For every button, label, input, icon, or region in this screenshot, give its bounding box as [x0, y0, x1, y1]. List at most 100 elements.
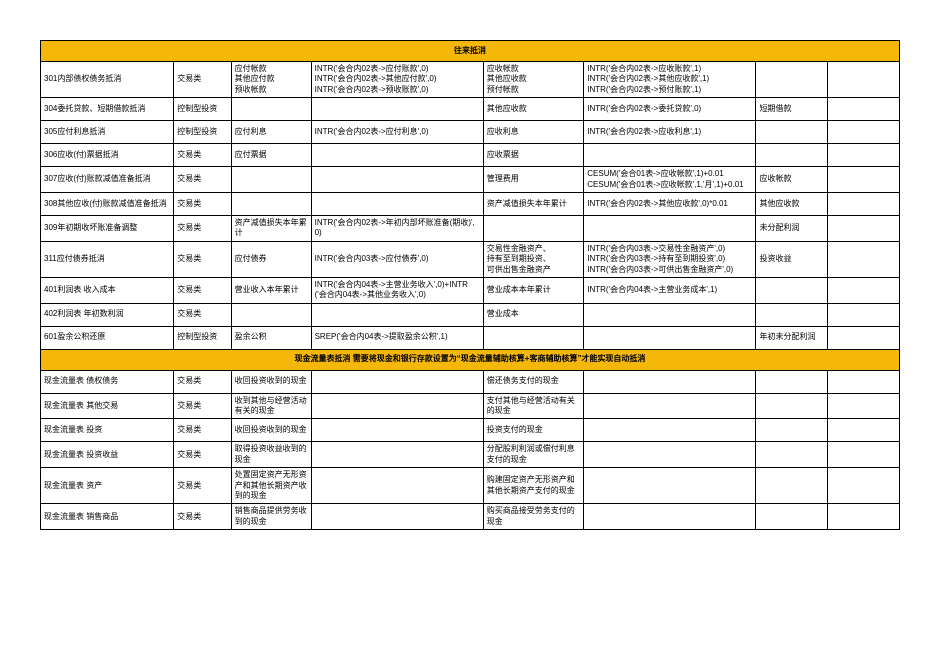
extra-subject-2: [828, 277, 900, 303]
table-row: 307应收(付)账款减值准备抵消交易类管理费用CESUM('会合01表->应收帐…: [41, 167, 900, 193]
extra-subject-2: [828, 419, 900, 442]
rule-type: 交易类: [174, 144, 231, 167]
table-row: 现金流量表 资产交易类处置固定资产无形资产和其他长期资产收到的现金购建固定资产无…: [41, 468, 900, 504]
extra-subject-1: [756, 419, 828, 442]
rule-type: 控制型投资: [174, 326, 231, 349]
rule-name: 306应收(付)票据抵消: [41, 144, 174, 167]
rule-type: 交易类: [174, 277, 231, 303]
extra-subject-1: [756, 303, 828, 326]
credit-formula: [584, 419, 756, 442]
extra-subject-1: [756, 370, 828, 393]
extra-subject-1: 未分配利润: [756, 215, 828, 241]
credit-subject: 购买商品接受劳务支付的现金: [483, 504, 583, 530]
extra-subject-2: [828, 62, 900, 98]
rule-name: 305应付利息抵消: [41, 121, 174, 144]
extra-subject-2: [828, 303, 900, 326]
extra-subject-1: [756, 504, 828, 530]
rule-name: 现金流量表 销售商品: [41, 504, 174, 530]
table-row: 现金流量表 投资交易类收回投资收到的现金 投资支付的现金: [41, 419, 900, 442]
table-row: 305应付利息抵消控制型投资应付利息INTR('会合内02表->应付利息',0)…: [41, 121, 900, 144]
rule-name: 现金流量表 投资: [41, 419, 174, 442]
table-row: 现金流量表 债权债务交易类收回投资收到的现金偿还债务支付的现金: [41, 370, 900, 393]
debit-subject: 应付利息: [231, 121, 311, 144]
section-header-cashflow-title: 现金流量表抵消 需要将现金和银行存款设置为“现金流量辅助核算+客商辅助核算”才能…: [41, 349, 900, 370]
extra-subject-1: 投资收益: [756, 241, 828, 277]
debit-subject: [231, 303, 311, 326]
rule-name: 309年初期收坏账准备调整: [41, 215, 174, 241]
table-row: 现金流量表 其他交易交易类收到其他与经营活动有关的现金支付其他与经营活动有关的现…: [41, 393, 900, 419]
rule-type: 交易类: [174, 419, 231, 442]
credit-subject: 投资支付的现金: [483, 419, 583, 442]
debit-formula: [311, 370, 483, 393]
extra-subject-1: 应收帐款: [756, 167, 828, 193]
debit-formula: INTR('会合内02表->应付账款',0)INTR('会合内02表->其他应付…: [311, 62, 483, 98]
debit-subject: 应付帐款其他应付款预收帐款: [231, 62, 311, 98]
debit-subject: 营业收入本年累计: [231, 277, 311, 303]
rule-type: 交易类: [174, 303, 231, 326]
credit-formula: [584, 504, 756, 530]
debit-subject: 取得投资收益收到的现金: [231, 442, 311, 468]
extra-subject-1: [756, 393, 828, 419]
extra-subject-2: [828, 468, 900, 504]
table-row: 311应付债券抵消交易类应付债券INTR('会合内03表->应付债券',0)交易…: [41, 241, 900, 277]
rule-type: 交易类: [174, 192, 231, 215]
extra-subject-2: [828, 504, 900, 530]
rule-type: 交易类: [174, 393, 231, 419]
debit-subject: [231, 98, 311, 121]
debit-formula: INTR('会合内02表->年初内部坏账准备(期收)',0): [311, 215, 483, 241]
rule-name: 301内部债权债务抵消: [41, 62, 174, 98]
debit-subject: 处置固定资产无形资产和其他长期资产收到的现金: [231, 468, 311, 504]
debit-formula: [311, 144, 483, 167]
credit-formula: [584, 468, 756, 504]
section-header-wanglai-title: 往来抵消: [41, 41, 900, 62]
credit-subject: 分配股利利润或偿付利息支付的现金: [483, 442, 583, 468]
extra-subject-1: [756, 144, 828, 167]
rule-type: 交易类: [174, 215, 231, 241]
extra-subject-2: [828, 393, 900, 419]
rule-name: 308其他应收(付)账款减值准备抵消: [41, 192, 174, 215]
extra-subject-1: [756, 121, 828, 144]
rule-type: 交易类: [174, 468, 231, 504]
extra-subject-1: [756, 277, 828, 303]
extra-subject-2: [828, 144, 900, 167]
credit-formula: INTR('会合内02表->委托贷款',0): [584, 98, 756, 121]
credit-formula: INTR('会合内02表->应收利息',1): [584, 121, 756, 144]
rule-name: 311应付债券抵消: [41, 241, 174, 277]
credit-subject: 其他应收款: [483, 98, 583, 121]
credit-subject: 应收利息: [483, 121, 583, 144]
extra-subject-1: [756, 468, 828, 504]
extra-subject-2: [828, 215, 900, 241]
extra-subject-1: 其他应收款: [756, 192, 828, 215]
credit-formula: INTR('会合内02表->其他应收款',0)*0.01: [584, 192, 756, 215]
credit-formula: [584, 370, 756, 393]
rule-type: 控制型投资: [174, 121, 231, 144]
table-row: 301内部债权债务抵消交易类应付帐款其他应付款预收帐款INTR('会合内02表-…: [41, 62, 900, 98]
debit-formula: [311, 303, 483, 326]
debit-formula: SREP('会合内04表->提取盈余公积',1): [311, 326, 483, 349]
rule-type: 控制型投资: [174, 98, 231, 121]
rule-name: 307应收(付)账款减值准备抵消: [41, 167, 174, 193]
offset-rules-table: 往来抵消301内部债权债务抵消交易类应付帐款其他应付款预收帐款INTR('会合内…: [40, 40, 900, 530]
debit-subject: 应付债券: [231, 241, 311, 277]
extra-subject-2: [828, 121, 900, 144]
rule-type: 交易类: [174, 167, 231, 193]
credit-subject: 支付其他与经营活动有关的现金: [483, 393, 583, 419]
debit-formula: [311, 167, 483, 193]
credit-formula: CESUM('会合01表->应收帐款',1)+0.01CESUM('会合01表-…: [584, 167, 756, 193]
credit-subject: 偿还债务支付的现金: [483, 370, 583, 393]
debit-subject: 收回投资收到的现金: [231, 419, 311, 442]
credit-subject: 应收帐款其他应收款预付帐款: [483, 62, 583, 98]
credit-formula: [584, 393, 756, 419]
debit-formula: INTR('会合内02表->应付利息',0): [311, 121, 483, 144]
credit-subject: 应收票据: [483, 144, 583, 167]
table-row: 401利润表 收入成本交易类营业收入本年累计INTR('会合内04表->主营业务…: [41, 277, 900, 303]
extra-subject-2: [828, 370, 900, 393]
extra-subject-2: [828, 442, 900, 468]
rule-name: 601盈余公积还原: [41, 326, 174, 349]
section-header-wanglai: 往来抵消: [41, 41, 900, 62]
credit-subject: 营业成本本年累计: [483, 277, 583, 303]
credit-formula: INTR('会合内02表->应收账款',1)INTR('会合内02表->其他应收…: [584, 62, 756, 98]
debit-subject: 资产减值损失本年累计: [231, 215, 311, 241]
rule-name: 现金流量表 其他交易: [41, 393, 174, 419]
extra-subject-1: [756, 62, 828, 98]
